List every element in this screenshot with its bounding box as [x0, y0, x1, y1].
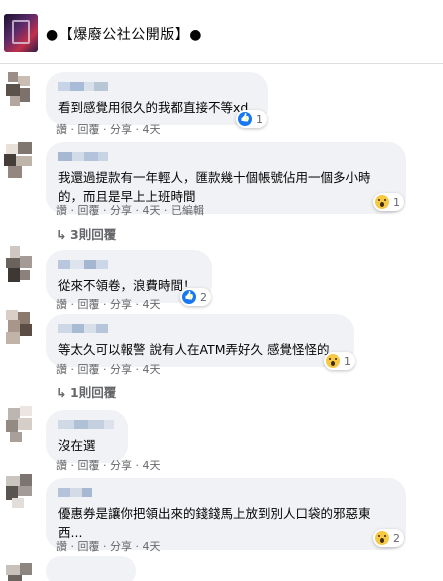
group-avatar[interactable] [4, 14, 38, 52]
comment-bubble-partial [46, 556, 136, 581]
edited-label: 已編輯 [171, 204, 204, 217]
reply-arrow-icon: ↳ [56, 385, 67, 400]
author-name-redacted[interactable] [58, 486, 94, 500]
comment-bubble: 看到感覺用很久的我都直接不等xd [46, 72, 268, 125]
like-link[interactable]: 讚 [56, 540, 67, 553]
author-name-redacted[interactable] [58, 322, 110, 336]
comment-bubble: 等太久可以報警 說有人在ATM弄好久 感覺怪怪的 [46, 314, 354, 367]
wow-icon [375, 195, 389, 209]
avatar[interactable] [2, 68, 36, 108]
reply-link[interactable]: 回覆 [78, 204, 100, 217]
avatar[interactable] [2, 470, 36, 510]
share-link[interactable]: 分享 [110, 298, 132, 311]
timestamp[interactable]: 4天 [143, 204, 161, 217]
reply-link[interactable]: 回覆 [78, 540, 100, 553]
view-replies-link[interactable]: ↳ 3則回覆 [56, 224, 116, 243]
comment-text: 優惠券是讓你把領出來的錢錢馬上放到別人口袋的邪惡東西... [58, 506, 371, 540]
timestamp[interactable]: 4天 [143, 459, 161, 472]
reply-link[interactable]: 回覆 [78, 298, 100, 311]
avatar[interactable] [2, 561, 36, 581]
group-title[interactable]: ●【爆廢公社公開版】● [46, 24, 202, 44]
share-link[interactable]: 分享 [110, 540, 132, 553]
comment-text: 我還過提款有一年輕人，匯款幾十個帳號佔用一個多小時的，而且是早上上班時間 [58, 170, 371, 204]
reaction-badge[interactable]: 1 [236, 110, 267, 128]
timestamp[interactable]: 4天 [143, 298, 161, 311]
wow-icon [375, 531, 389, 545]
comment-text: 沒在選 [58, 438, 96, 453]
author-name-redacted[interactable] [58, 418, 116, 432]
avatar[interactable] [2, 306, 36, 346]
reply-arrow-icon: ↳ [56, 227, 67, 242]
share-link[interactable]: 分享 [110, 459, 132, 472]
like-link[interactable]: 讚 [56, 298, 67, 311]
wow-icon [326, 354, 340, 368]
avatar[interactable] [2, 140, 36, 180]
reply-link[interactable]: 回覆 [78, 123, 100, 136]
share-link[interactable]: 分享 [110, 123, 132, 136]
timestamp[interactable]: 4天 [143, 123, 161, 136]
comment-actions: 讚 · 回覆 · 分享 · 4天 [56, 459, 161, 472]
author-name-redacted[interactable] [58, 258, 110, 272]
timestamp[interactable]: 4天 [143, 363, 161, 376]
timestamp[interactable]: 4天 [143, 540, 161, 553]
comment-actions: 讚 · 回覆 · 分享 · 4天 · 已編輯 [56, 204, 204, 217]
author-name-redacted[interactable] [58, 150, 110, 164]
comment-bubble: 沒在選 [46, 410, 128, 463]
view-replies-link[interactable]: ↳ 1則回覆 [56, 382, 116, 401]
comment-text: 看到感覺用很久的我都直接不等xd [58, 100, 249, 115]
like-link[interactable]: 讚 [56, 123, 67, 136]
share-link[interactable]: 分享 [110, 204, 132, 217]
reaction-badge[interactable]: 2 [373, 529, 404, 547]
reaction-badge[interactable]: 2 [180, 288, 211, 306]
like-icon [182, 290, 196, 304]
reply-link[interactable]: 回覆 [78, 363, 100, 376]
like-link[interactable]: 讚 [56, 363, 67, 376]
like-icon [238, 112, 252, 126]
avatar[interactable] [2, 404, 36, 444]
reaction-badge[interactable]: 1 [373, 193, 404, 211]
like-link[interactable]: 讚 [56, 459, 67, 472]
comment-text: 從來不領卷，浪費時間！ [58, 278, 196, 293]
comment-actions: 讚 · 回覆 · 分享 · 4天 [56, 363, 161, 376]
author-name-redacted[interactable] [58, 80, 110, 94]
avatar[interactable] [2, 244, 36, 284]
comment-actions: 讚 · 回覆 · 分享 · 4天 [56, 123, 161, 136]
comment-actions: 讚 · 回覆 · 分享 · 4天 [56, 540, 161, 553]
comment-text: 等太久可以報警 說有人在ATM弄好久 感覺怪怪的 [58, 342, 330, 357]
like-link[interactable]: 讚 [56, 204, 67, 217]
comment-actions: 讚 · 回覆 · 分享 · 4天 [56, 298, 161, 311]
group-header: ●【爆廢公社公開版】● [0, 0, 443, 64]
reply-link[interactable]: 回覆 [78, 459, 100, 472]
reaction-badge[interactable]: 1 [324, 352, 355, 370]
share-link[interactable]: 分享 [110, 363, 132, 376]
